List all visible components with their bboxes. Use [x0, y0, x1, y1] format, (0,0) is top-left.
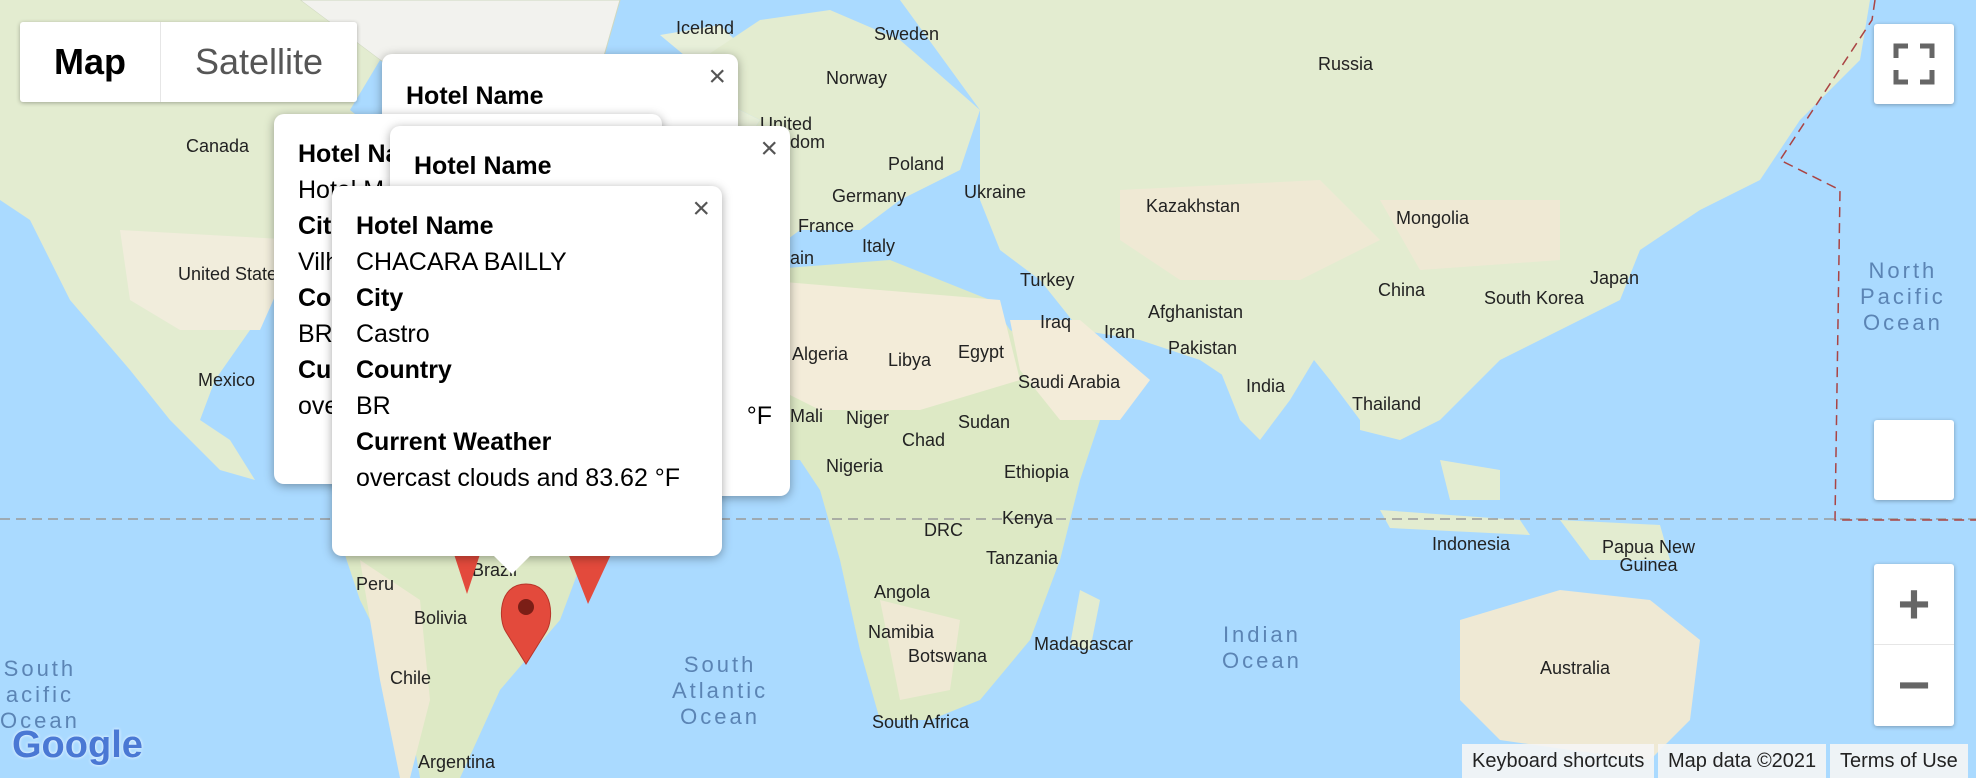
map-label-germany: Germany — [832, 186, 907, 206]
map-label-france: France — [798, 216, 855, 236]
ocean-label-south-pacific: South acific Ocean — [0, 656, 80, 733]
map-label-japan: Japan — [1590, 268, 1640, 288]
map-label-chile: Chile — [390, 668, 432, 688]
map-label-china: China — [1378, 280, 1426, 300]
info-window-city-value: Castro — [356, 320, 430, 348]
zoom-out-icon: − — [1897, 653, 1931, 716]
map-label-bolivia: Bolivia — [414, 608, 468, 628]
info-window-hotel-value: CHACARA BAILLY — [356, 248, 567, 276]
map-label-indonesia: Indonesia — [1432, 534, 1511, 554]
map-label-tanzania: Tanzania — [986, 548, 1059, 568]
map-label-madagascar: Madagascar — [1034, 634, 1134, 654]
map-label-norway: Norway — [826, 68, 888, 88]
map-label-ethiopia: Ethiopia — [1004, 462, 1070, 482]
map-label-poland: Poland — [888, 154, 945, 174]
zoom-in-icon: + — [1897, 572, 1931, 635]
map-label-spain-fragment: ain — [790, 248, 815, 268]
map-label-sudan: Sudan — [958, 412, 1011, 432]
info-window-weather-label: Current Weather — [356, 428, 552, 456]
info-window-heading: Hotel Name — [414, 152, 552, 180]
map-label-mexico: Mexico — [198, 370, 256, 390]
map-label-afghanistan: Afghanistan — [1148, 302, 1244, 322]
map-label-iraq: Iraq — [1040, 312, 1072, 332]
map-label-mali: Mali — [790, 406, 824, 426]
info-window-country-value: BR — [356, 392, 391, 420]
google-logo[interactable]: Google — [12, 724, 143, 767]
zoom-in-button[interactable]: + — [1874, 564, 1954, 645]
map-label-australia: Australia — [1540, 658, 1611, 678]
map-label-iceland: Iceland — [676, 18, 735, 38]
map-label-angola: Angola — [874, 582, 931, 602]
fullscreen-button[interactable] — [1874, 24, 1954, 104]
map-label-pakistan: Pakistan — [1168, 338, 1238, 358]
info-window-weather-value: overcast clouds and 83.62 °F — [356, 464, 681, 492]
footer-keyboard-shortcuts[interactable]: Keyboard shortcuts — [1462, 744, 1655, 778]
ocean-label-indian: Indian Ocean — [1222, 622, 1302, 673]
map-label-egypt: Egypt — [958, 342, 1005, 362]
map-label-thailand: Thailand — [1352, 394, 1422, 414]
map-label-libya: Libya — [888, 350, 932, 370]
map-label-kenya: Kenya — [1002, 508, 1054, 528]
map-label-saudi-arabia: Saudi Arabia — [1018, 372, 1121, 392]
info-window-unit-fragment: °F — [746, 402, 772, 430]
map-label-sweden: Sweden — [874, 24, 940, 44]
map-label-papua-new-guinea: Papua New Guinea — [1602, 537, 1696, 575]
map-label-iran: Iran — [1104, 322, 1136, 342]
zoom-control: + − — [1874, 564, 1954, 726]
map-type-satellite-button[interactable]: Satellite — [161, 22, 357, 102]
street-view-control[interactable] — [1874, 420, 1954, 500]
map-label-united-kingdom-2: dom — [790, 132, 826, 152]
map-canvas[interactable]: Iceland Sweden Norway Russia Canada Unit… — [0, 0, 1976, 778]
map-label-russia: Russia — [1318, 54, 1374, 74]
fullscreen-icon — [1893, 43, 1935, 85]
map-label-turkey: Turkey — [1020, 270, 1075, 290]
map-label-south-africa: South Africa — [872, 712, 970, 732]
footer-map-data: Map data ©2021 — [1658, 744, 1827, 778]
map-label-peru: Peru — [356, 574, 395, 594]
map-label-niger: Niger — [846, 408, 890, 428]
map-label-namibia: Namibia — [868, 622, 935, 642]
map-label-chad: Chad — [902, 430, 946, 450]
map-label-south-korea: South Korea — [1484, 288, 1585, 308]
map-label-mongolia: Mongolia — [1396, 208, 1470, 228]
map-type-control: Map Satellite — [20, 22, 358, 102]
info-window-tail — [492, 554, 532, 574]
info-window-heading: Hotel Name — [406, 82, 544, 110]
info-window-country-label: Country — [356, 356, 452, 384]
map-label-drc: DRC — [924, 520, 963, 540]
info-window-city-label: City — [356, 284, 404, 312]
map-label-kazakhstan: Kazakhstan — [1146, 196, 1241, 216]
map-label-india: India — [1246, 376, 1286, 396]
info-window-front: × Hotel Name CHACARA BAILLY City Castro … — [332, 186, 722, 574]
map-label-nigeria: Nigeria — [826, 456, 884, 476]
map-label-canada: Canada — [186, 136, 250, 156]
ocean-label-north-pacific: North Pacific Ocean — [1860, 258, 1946, 335]
zoom-out-button[interactable]: − — [1874, 645, 1954, 725]
map-label-botswana: Botswana — [908, 646, 988, 666]
map-label-algeria: Algeria — [792, 344, 849, 364]
close-icon[interactable]: × — [692, 194, 710, 224]
close-icon[interactable]: × — [708, 62, 726, 92]
ocean-label-south-atlantic: South Atlantic Ocean — [672, 652, 769, 729]
map-label-italy: Italy — [862, 236, 896, 256]
map-label-ukraine: Ukraine — [964, 182, 1027, 202]
map-label-argentina: Argentina — [418, 752, 496, 772]
info-window-hotel-label: Hotel Name — [356, 212, 494, 240]
close-icon[interactable]: × — [760, 134, 778, 164]
footer-terms[interactable]: Terms of Use — [1830, 744, 1968, 778]
map-type-map-button[interactable]: Map — [20, 22, 161, 102]
map-label-united-states: United States — [178, 264, 287, 284]
